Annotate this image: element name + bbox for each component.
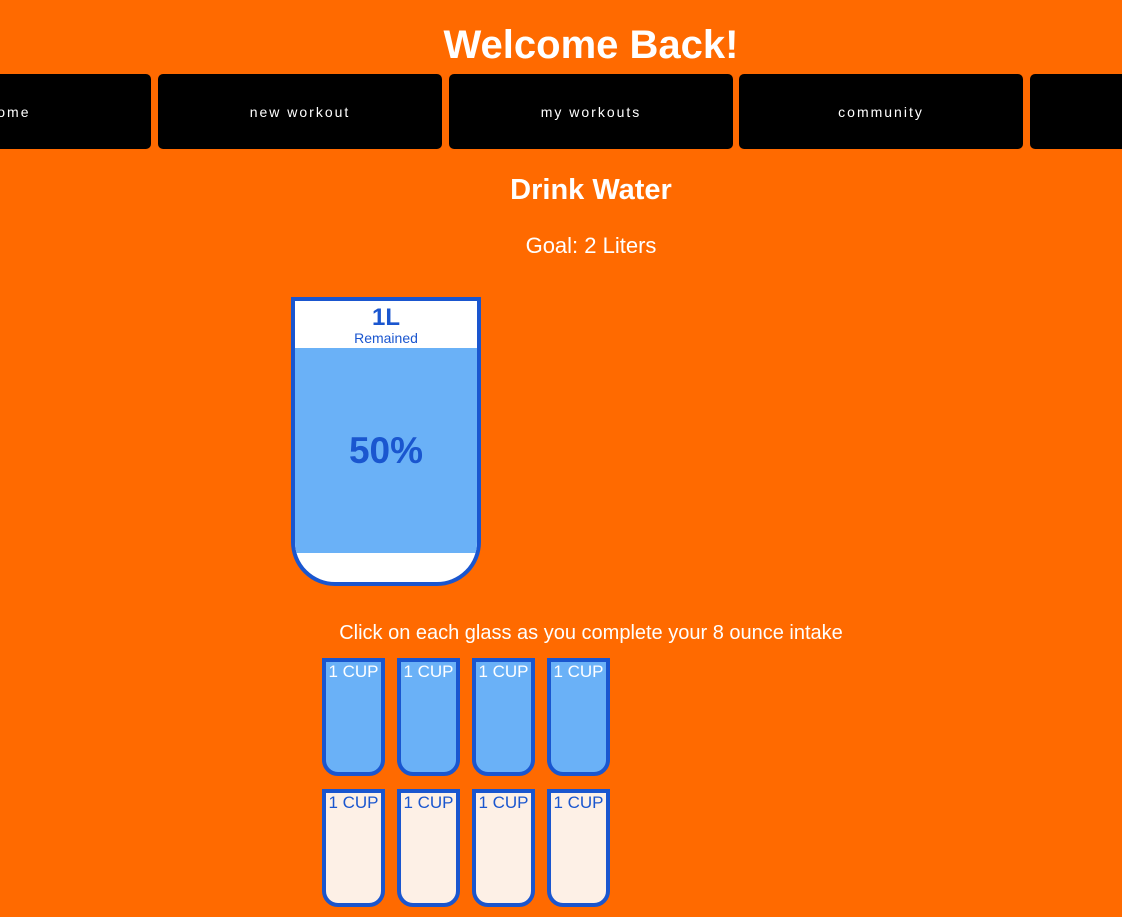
percent-label: 50% [348, 429, 424, 471]
cup-3[interactable]: 1 CUP [472, 658, 535, 776]
cup-1[interactable]: 1 CUP [322, 658, 385, 776]
section-title: Drink Water [510, 174, 672, 206]
remaining-amount: 1L [371, 304, 400, 331]
big-water-glass: 1L Remained 50% [291, 297, 481, 586]
goal-text: Goal: 2 Liters [525, 233, 657, 258]
cup-6[interactable]: 1 CUP [397, 789, 460, 907]
nav-item-community[interactable]: community [739, 74, 1023, 149]
nav-item-more[interactable] [1030, 74, 1122, 149]
cup-2[interactable]: 1 CUP [397, 658, 460, 776]
page: Welcome Back! home new workout my workou… [0, 0, 1122, 917]
remaining-section: 1L Remained [295, 301, 477, 348]
cup-8[interactable]: 1 CUP [547, 789, 610, 907]
cup-7[interactable]: 1 CUP [472, 789, 535, 907]
water-fill: 50% [295, 348, 477, 553]
nav-item-my-workouts[interactable]: my workouts [449, 74, 733, 149]
nav-item-new-workout[interactable]: new workout [158, 74, 442, 149]
cup-5[interactable]: 1 CUP [322, 789, 385, 907]
cup-4[interactable]: 1 CUP [547, 658, 610, 776]
page-title: Welcome Back! [443, 23, 739, 67]
instruction-text: Click on each glass as you complete your… [339, 622, 843, 644]
nav-item-home[interactable]: home [0, 74, 151, 149]
remaining-label: Remained [354, 330, 418, 346]
